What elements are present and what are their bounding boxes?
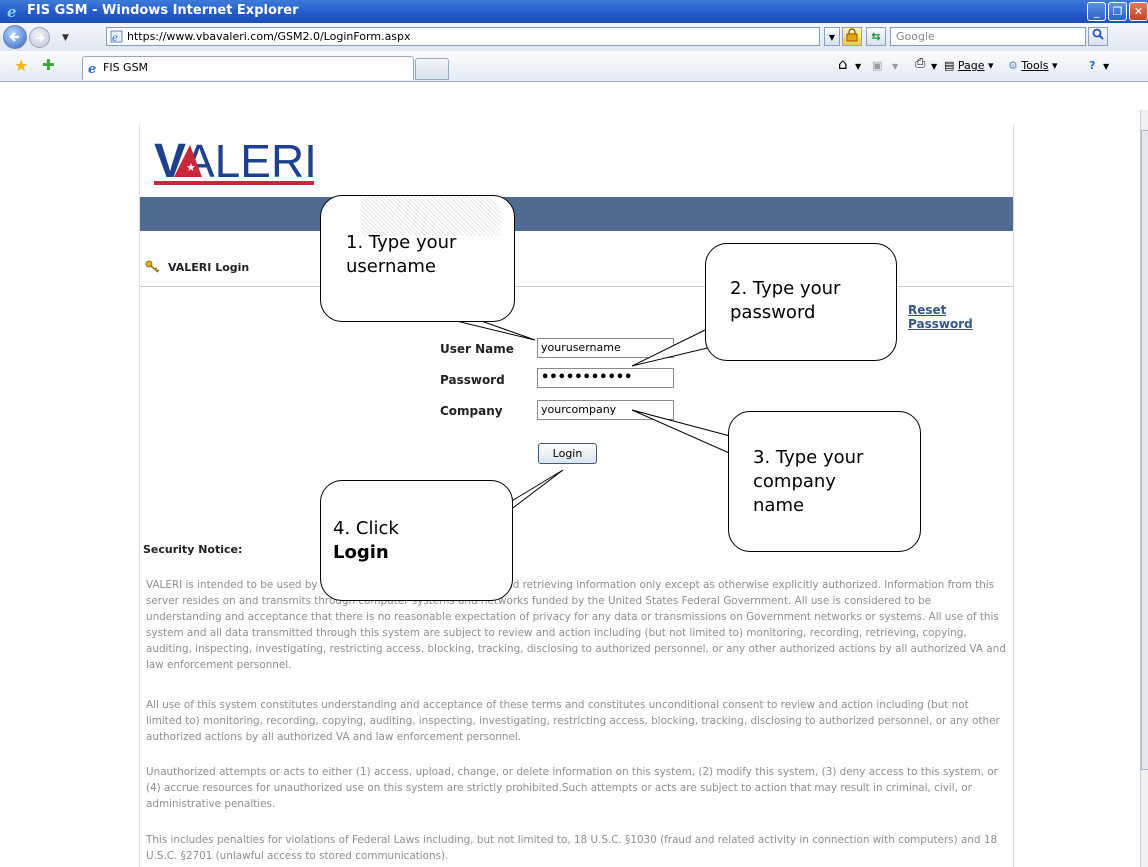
password-label: Password [440,373,505,387]
username-field[interactable]: yourusername [537,338,674,358]
svg-text:e: e [88,62,96,75]
close-button[interactable]: ✕ [1129,2,1148,21]
window-title: FIS GSM - Windows Internet Explorer [27,3,299,18]
address-dropdown-button[interactable]: ▼ [824,27,840,46]
username-label: User Name [440,342,514,356]
callout-2-line2: password [730,302,816,323]
url-text: https://www.vbavaleri.com/GSM2.0/LoginFo… [127,30,411,43]
restore-button[interactable]: ❐ [1108,2,1127,21]
print-icon[interactable]: ⎙ [915,56,925,71]
vertical-scrollbar[interactable] [1140,110,1148,867]
callout-3-line2: company [753,471,836,492]
company-field[interactable]: yourcompany [537,400,674,420]
callout-step-1: 1. Type your username [320,195,515,322]
minimize-button[interactable]: _ [1087,2,1106,21]
tab-fis-gsm[interactable]: e FIS GSM [82,56,414,80]
help-icon[interactable]: ? [1089,59,1095,72]
svg-text:ALERI: ALERI [184,135,314,187]
refresh-icon[interactable]: ⇆ [866,27,886,46]
svg-text:V: V [154,135,186,188]
forward-arrow-icon [36,33,45,43]
address-toolbar: ▼ e https://www.vbavaleri.com/GSM2.0/Log… [0,23,1148,52]
svg-text:★: ★ [186,161,196,174]
key-icon [145,260,160,273]
page-menu-label: Page [957,59,985,72]
print-dropdown-icon[interactable]: ▼ [931,62,937,71]
favorites-star-icon[interactable]: ★ [14,56,28,75]
valeri-logo: V ALERI ★ [154,135,314,188]
help-dropdown-icon[interactable]: ▼ [1103,62,1109,71]
password-field[interactable]: ••••••••••• [537,368,674,388]
favorites-toolbar: ★ ✚ e FIS GSM ⌂ ▼ ▣ ▼ ⎙ ▼ ▤ Page ▾ ⚙ Too… [0,51,1148,82]
search-placeholder: Google [896,30,935,43]
forward-button[interactable] [29,27,50,48]
callout-4-line1: 4. Click [333,518,399,539]
callout-step-3: 3. Type your company name [728,411,921,552]
callout-1-line2: username [346,256,436,277]
company-label: Company [440,404,503,418]
new-tab-button[interactable] [415,58,449,80]
search-button[interactable] [1088,27,1108,46]
callout-2-line1: 2. Type your [730,278,841,299]
feeds-icon[interactable]: ▣ [872,59,882,72]
callout-3-line3: name [753,495,805,516]
security-paragraph: Unauthorized attempts or acts to either … [146,766,998,810]
header-banner [140,197,1013,231]
search-icon [1092,28,1104,40]
security-notice-title: Security Notice: [143,543,243,556]
home-icon[interactable]: ⌂ [838,55,848,73]
add-favorites-icon[interactable]: ✚ [42,56,55,74]
search-input[interactable]: Google [890,27,1086,46]
scrollbar-thumb[interactable] [1141,130,1148,770]
back-button[interactable] [3,25,27,49]
login-button[interactable]: Login [538,443,597,464]
svg-text:e: e [112,33,118,43]
svg-text:e: e [7,3,17,19]
page-menu[interactable]: ▤ Page ▾ [944,59,994,72]
security-paragraph: This includes penalties for violations o… [146,834,998,862]
reset-password-link[interactable]: Reset Password [908,303,1013,331]
tools-menu[interactable]: ⚙ Tools ▾ [1008,59,1058,72]
callout-step-2: 2. Type your password [705,243,897,361]
gear-icon: ⚙ [1008,59,1018,72]
window-titlebar: e FIS GSM - Windows Internet Explorer _ … [0,0,1148,23]
ie-logo-icon: e [7,3,17,19]
callout-4-line2: Login [333,542,389,563]
page-icon: ▤ [944,59,955,72]
tools-menu-label: Tools [1021,59,1049,72]
tab-label: FIS GSM [103,61,149,74]
home-dropdown-icon[interactable]: ▼ [855,62,861,71]
security-paragraph: All use of this system constitutes under… [146,699,1000,743]
back-arrow-icon [9,32,19,42]
address-field[interactable]: e https://www.vbavaleri.com/GSM2.0/Login… [106,27,820,46]
callout-1-line1: 1. Type your [346,232,457,253]
ie-page-icon: e [88,62,96,75]
login-header: VALERI Login [168,261,250,274]
security-paragraph: VALERI is intended to be used by authori… [146,579,1006,671]
feeds-dropdown-icon[interactable]: ▼ [892,62,898,71]
lock-icon[interactable] [842,27,862,46]
history-dropdown-icon[interactable]: ▼ [62,33,69,43]
callout-step-4: 4. Click Login [320,480,513,601]
page-icon: e [110,30,123,43]
callout-3-line1: 3. Type your [753,447,864,468]
